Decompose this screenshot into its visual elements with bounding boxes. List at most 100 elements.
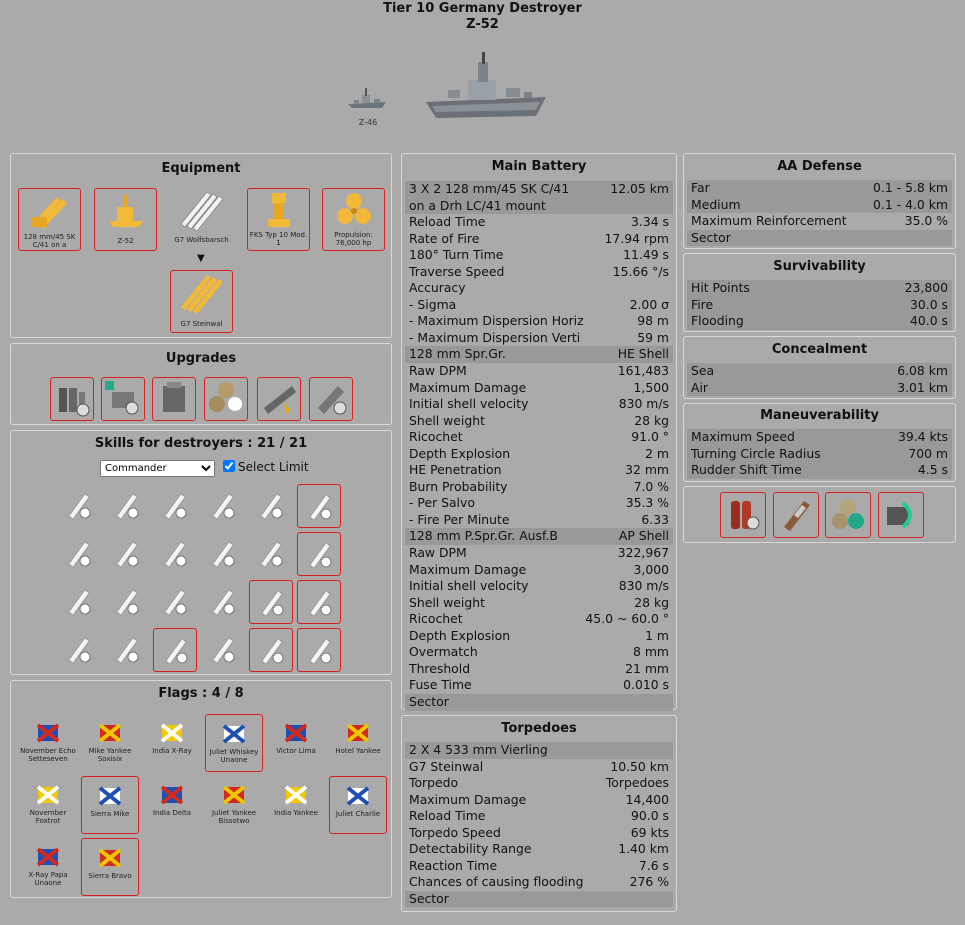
flag-item[interactable]: November Echo Setteseven (19, 714, 77, 772)
consumable-engine-boost[interactable] (825, 492, 871, 538)
skill-main-battery-reload[interactable] (201, 628, 245, 672)
torpedo-icon (180, 191, 223, 232)
consumable-smoke-generator[interactable] (773, 492, 819, 538)
skill-liquidator[interactable] (57, 580, 101, 624)
upgrade-steering[interactable] (257, 377, 301, 421)
equipment-torpedo-slot[interactable]: G7 Wolfsbarsch (170, 188, 233, 251)
stat-label: Burn Probability (409, 478, 508, 494)
stat-value: 28 kg (634, 594, 669, 610)
skill-grease-the-gears[interactable] (153, 484, 197, 528)
stat-row: Torpedo Speed 69 kts (405, 825, 673, 842)
skill-swift-fish[interactable] (105, 532, 149, 576)
equipment-torpedo-upgrade-slot[interactable]: G7 Steinwal (170, 270, 233, 333)
skill-superintendent[interactable] (105, 628, 149, 672)
skill-fill-the-tubes[interactable] (57, 532, 101, 576)
equipment-propulsion-slot[interactable]: Propulsion: 76,000 hp (322, 188, 385, 251)
skill-consumables-specialist[interactable] (57, 484, 101, 528)
stat-row: Maximum Damage 14,400 (405, 792, 673, 809)
skill-torpedo-aiming[interactable] (153, 532, 197, 576)
flag-item[interactable]: Juliet Charlie (329, 776, 387, 834)
skill-radio-location[interactable] (57, 628, 101, 672)
skill-fearless-brawler[interactable] (153, 580, 197, 624)
flag-item[interactable]: Juliet Whiskey Unaone (205, 714, 263, 772)
skill-demolition-expert[interactable] (105, 580, 149, 624)
skill-concealment-expert[interactable] (153, 628, 197, 672)
flag-item[interactable]: Juliet Yankee Bissotwo (205, 776, 263, 834)
flag-label: X-Ray Papa Unaone (28, 871, 68, 887)
flag-icon (98, 723, 122, 743)
select-limit-checkbox[interactable] (223, 460, 235, 472)
stat-row: G7 Steinwal 10.50 km (405, 759, 673, 776)
flag-item[interactable]: India X-Ray (143, 714, 201, 772)
concealment-stats: Sea 6.08 km Air 3.01 km (687, 363, 952, 397)
skill-inertia-fuse[interactable] (297, 580, 341, 624)
skill-last-stand[interactable] (297, 484, 341, 528)
upgrade-main-armaments[interactable] (50, 377, 94, 421)
stat-value: 90.0 s (631, 808, 669, 824)
stat-row: - Sigma 2.00 σ (405, 297, 673, 314)
flag-label: November Echo Setteseven (20, 747, 76, 763)
upgrade-spotting[interactable] (101, 377, 145, 421)
skill-icon (212, 589, 235, 616)
skill-survivability-expert[interactable] (297, 532, 341, 576)
upgrades-panel: Upgrades (10, 343, 392, 425)
upgrade-gun-fire-control[interactable] (152, 377, 196, 421)
equipment-label: Z-52 (117, 237, 134, 245)
flag-item[interactable]: Victor Lima (267, 714, 325, 772)
flag-item[interactable]: Mike Yankee Soxisix (81, 714, 139, 772)
skill-icon (261, 638, 284, 665)
flag-item[interactable]: November Foxtrot (19, 776, 77, 834)
stat-label: Maximum Damage (409, 561, 527, 577)
fire-control-icon (267, 193, 290, 227)
equipment-hull-slot[interactable]: Z-52 (94, 188, 157, 251)
consumable-hydroacoustic-search[interactable] (878, 492, 924, 538)
flag-item[interactable]: Hotel Yankee (329, 714, 387, 772)
skill-main-battery-expert[interactable] (201, 484, 245, 528)
skill-icon (116, 541, 139, 568)
skill-aa-defense[interactable] (297, 628, 341, 672)
skill-priority-target[interactable] (249, 628, 293, 672)
equipment-gun-slot[interactable]: 128 mm/45 SK C/41 on a (18, 188, 81, 251)
stat-value: 700 m (908, 445, 948, 461)
skill-adrenaline-rush[interactable] (249, 532, 293, 576)
hull-icon (108, 195, 143, 227)
stat-row: Overmatch 8 mm (405, 644, 673, 661)
stat-row: - Maximum Dispersion Verti 59 m (405, 330, 673, 347)
skill-extra-heavy-ammo[interactable] (201, 532, 245, 576)
flag-item[interactable]: India Delta (143, 776, 201, 834)
stat-value: 32 mm (625, 462, 669, 478)
equipment-fire-control-slot[interactable]: FKS Typ 10 Mod. 1 (247, 188, 310, 251)
skill-icon (68, 589, 91, 616)
flag-item[interactable]: India Yankee (267, 776, 325, 834)
skill-swift-in-silence[interactable] (201, 580, 245, 624)
stat-row: - Per Salvo 35.3 % (405, 495, 673, 512)
stat-value: HE Shell (617, 346, 669, 362)
upgrade-torpedo-reload[interactable] (309, 377, 353, 421)
skill-preventive-maintenance[interactable] (249, 484, 293, 528)
stat-value: 30.0 s (910, 296, 948, 312)
flag-item[interactable]: Sierra Mike (81, 776, 139, 834)
upgrade-arrow-icon: ▼ (197, 253, 205, 264)
stat-value: 91.0 ° (631, 429, 669, 445)
survivability-stats: Hit Points 23,800 Fire 30.0 s Flooding 40.0 s (687, 280, 952, 330)
stat-value: 6.33 (641, 511, 669, 527)
flag-label: India Yankee (274, 809, 318, 817)
flag-item[interactable]: X-Ray Papa Unaone (19, 838, 77, 896)
stat-label: G7 Steinwal (409, 758, 484, 774)
commander-select[interactable]: Commander (100, 460, 215, 477)
skill-dazzle[interactable] (249, 580, 293, 624)
stat-label: - Fire Per Minute (409, 511, 510, 527)
consumable-damage-control[interactable] (720, 492, 766, 538)
stat-value: 98 m (637, 313, 669, 329)
stat-row: Reload Time 3.34 s (405, 214, 673, 231)
skill-gun-feeder[interactable] (105, 484, 149, 528)
previous-ship-image[interactable] (346, 84, 388, 114)
stat-row: Hit Points 23,800 (687, 280, 952, 297)
stat-label: Ricochet (409, 611, 463, 627)
upgrade-propulsion[interactable] (204, 377, 248, 421)
flag-icon (36, 723, 60, 743)
stat-value: 7.0 % (633, 478, 669, 494)
stat-row: Depth Explosion 2 m (405, 446, 673, 463)
skill-icon (68, 637, 91, 664)
flag-item[interactable]: Sierra Bravo (81, 838, 139, 896)
